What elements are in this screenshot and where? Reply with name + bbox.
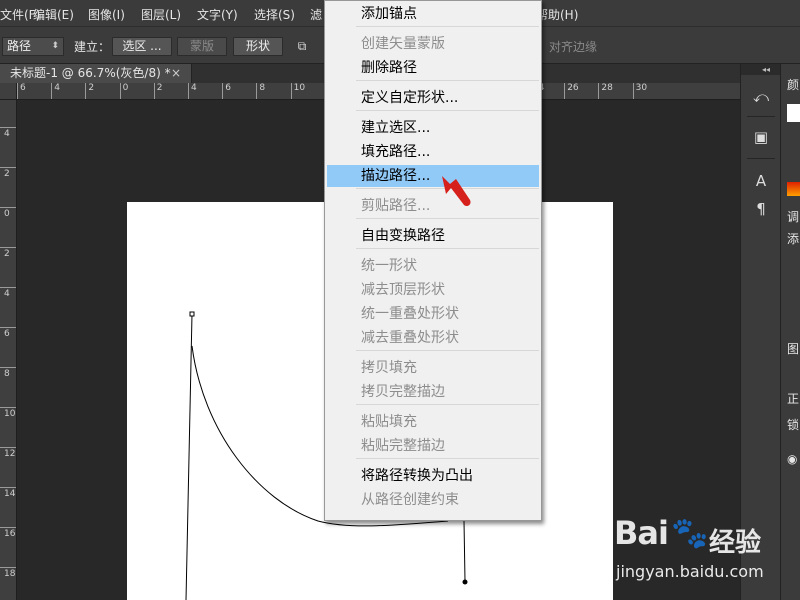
ruler-tick-label: 6 [0,327,16,339]
context-menu-item[interactable]: 描边路径... [327,165,539,187]
align-edges-label[interactable]: 对齐边缘 [549,38,597,55]
paragraph-icon[interactable]: ¶ [750,198,772,220]
context-menu-item[interactable]: 减去顶层形状 [327,279,539,301]
color-panel-label[interactable]: 颜 [787,76,799,93]
menu-separator [356,110,539,111]
context-menu-item[interactable]: 创建矢量蒙版 [327,33,539,55]
make-mask-button[interactable]: 蒙版 [177,37,227,56]
context-menu-item[interactable]: 剪贴路径... [327,195,539,217]
ruler-tick-label: 2 [153,83,163,99]
make-selection-button[interactable]: 选区 ... [112,37,172,56]
menu-separator [356,458,539,459]
ruler-tick-label: 28 [598,83,613,99]
context-menu-item[interactable]: 填充路径... [327,141,539,163]
ruler-tick-label: 0 [119,83,129,99]
context-menu-item[interactable]: 统一重叠处形状 [327,303,539,325]
context-menu-item[interactable]: 添加锚点 [327,3,539,25]
ruler-tick-label: 4 [51,83,60,99]
properties-icon[interactable]: ▣ [750,126,772,148]
layers-panel-label[interactable]: 图 [787,340,799,357]
close-icon[interactable]: × [171,64,181,83]
ruler-tick-label: 2 [85,83,95,99]
menu-separator [356,350,539,351]
paw-icon: 🐾 [671,516,709,551]
menu-separator [356,248,539,249]
ruler-tick-label: 4 [0,127,16,139]
character-icon[interactable]: A [750,170,772,192]
ruler-tick-label: 14 [0,487,16,499]
make-label: 建立： [74,40,111,54]
baidu-jingyan-watermark: Bai 🐾 经验 jingyan.baidu.com [614,514,800,600]
document-tab-title: 未标题-1 @ 66.7%(灰色/8) * [10,66,171,80]
ruler-vertical: 4 2 0 2 4 6 8 10 12 14 16 18 [0,100,17,600]
context-menu-item[interactable]: 自由变换路径 [327,225,539,247]
menu-separator [356,218,539,219]
ruler-corner [0,83,17,100]
anchor-point-end [462,579,468,585]
blend-mode-label[interactable]: 正 [787,390,799,407]
context-menu-item[interactable]: 将路径转换为凸出 [327,465,539,487]
color-ramp[interactable] [787,182,800,196]
eye-icon[interactable]: ◉ [787,452,797,466]
context-menu-item[interactable]: 统一形状 [327,255,539,277]
ruler-tick-label: 26 [564,83,579,99]
context-menu-item[interactable]: 减去重叠处形状 [327,327,539,349]
ruler-tick-label: 2 [0,247,16,259]
ruler-tick-label: 10 [0,407,16,419]
context-menu-item[interactable]: 粘贴填充 [327,411,539,433]
menu-help[interactable]: 帮助(H) [536,6,578,23]
chevron-updown-icon: ⬍ [51,41,59,51]
menu-select[interactable]: 选择(S) [254,6,295,23]
context-menu-item[interactable]: 定义自定形状... [327,87,539,109]
ruler-tick-label: 30 [632,83,648,99]
path-line-right [463,520,466,582]
ruler-tick-label: 16 [0,527,16,539]
menu-edit[interactable]: 编辑(E) [33,6,74,23]
ruler-tick-label: 8 [0,367,16,379]
tool-mode-value: 路径 [7,39,32,53]
ruler-tick-label: 6 [17,83,26,99]
ruler-tick-label: 6 [222,83,231,99]
watermark-suffix: 经验 [709,528,762,558]
menu-filter[interactable]: 滤 [310,6,322,23]
watermark-logo: Bai [614,514,669,552]
menu-image[interactable]: 图像(I) [88,6,125,23]
foreground-swatch[interactable] [787,104,800,122]
adjustments-panel-label[interactable]: 调 [787,208,799,225]
document-tab[interactable]: 未标题-1 @ 66.7%(灰色/8) * × [0,64,192,83]
menu-layer[interactable]: 图层(L) [141,6,181,23]
lock-label: 锁 [787,418,800,432]
tool-mode-select[interactable]: 路径 ⬍ [2,37,64,56]
menu-separator [356,404,539,405]
menu-type[interactable]: 文字(Y) [197,6,238,23]
make-shape-button[interactable]: 形状 [233,37,283,56]
ruler-tick-label: 8 [256,83,266,99]
context-menu-item[interactable]: 从路径创建约束 [327,489,539,511]
history-icon[interactable]: ⤺ [750,86,772,108]
ruler-tick-label: 4 [188,83,197,99]
ruler-tick-label: 12 [0,447,16,459]
path-curve [185,313,193,600]
path-context-menu: 添加锚点创建矢量蒙版 删除路径定义自定形状... 建立选区... 填充路径... 描边路… [324,0,542,521]
collapse-icon[interactable]: ◂◂ [741,64,780,75]
ruler-tick-label: 18 [0,567,16,579]
red-arrow-annotation [442,176,471,207]
context-menu-item[interactable]: 拷贝完整描边 [327,381,539,403]
path-operations-icon[interactable]: ⧉ [294,38,310,54]
menu-separator [356,26,539,27]
context-menu-item[interactable]: 拷贝填充 [327,357,539,379]
menu-separator [356,80,539,81]
add-adjustment-label: 添 [787,232,800,246]
context-menu-item[interactable]: 删除路径 [327,57,539,79]
ruler-tick-label: 4 [0,287,16,299]
ruler-tick-label: 0 [0,207,16,219]
context-menu-item[interactable]: 建立选区... [327,117,539,139]
context-menu-item[interactable]: 粘贴完整描边 [327,435,539,457]
anchor-point [189,311,195,317]
watermark-url: jingyan.baidu.com [616,562,764,581]
ruler-tick-label: 2 [0,167,16,179]
ruler-tick-label: 10 [290,83,306,99]
